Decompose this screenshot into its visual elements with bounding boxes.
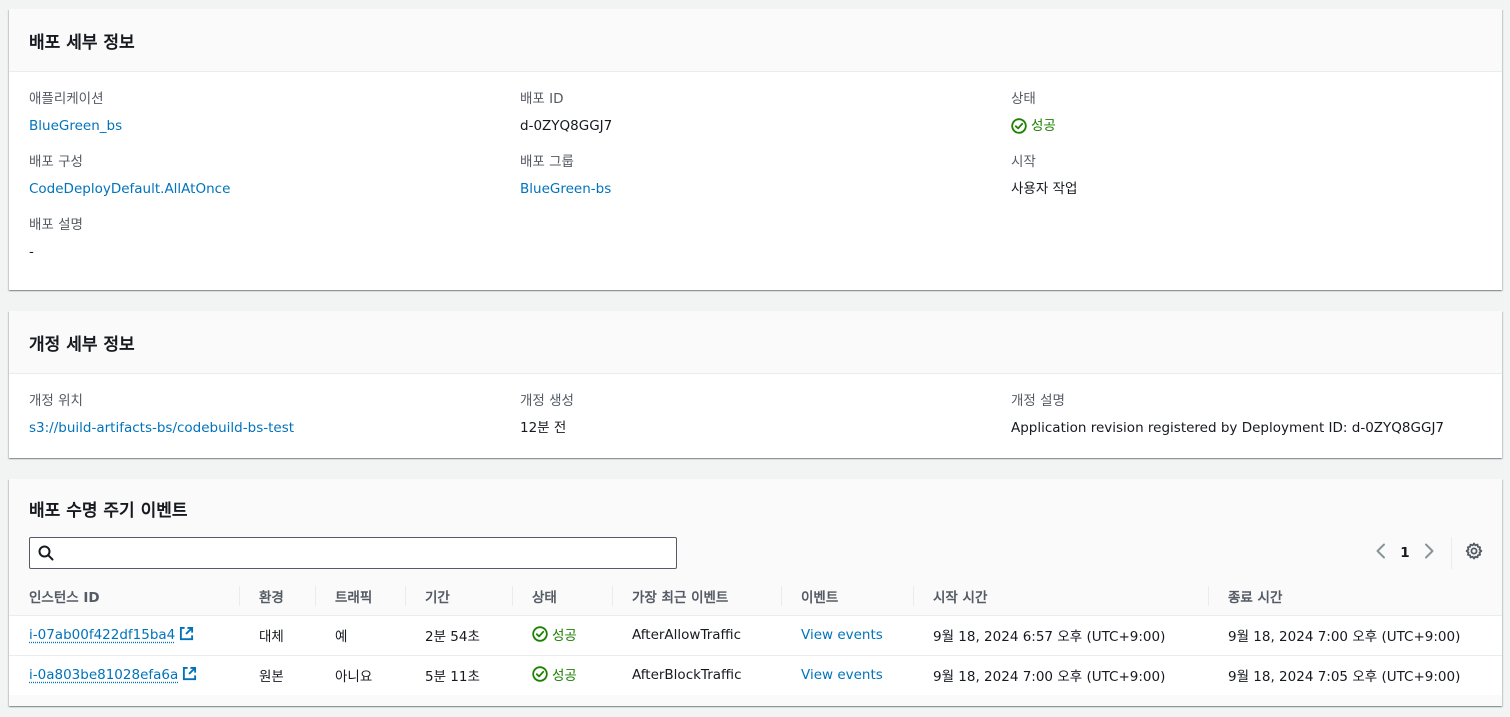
lifecycle-title: 배포 수명 주기 이벤트 xyxy=(29,500,188,521)
success-check-icon xyxy=(532,626,548,642)
view-events-link[interactable]: View events xyxy=(801,627,883,643)
latest-event-cell: AfterAllowTraffic xyxy=(612,615,781,656)
deployment-id-value: d-0ZYQ8GGJ7 xyxy=(520,118,613,134)
search-box xyxy=(29,537,677,569)
config-field: 배포 구성 CodeDeployDefault.AllAtOnce xyxy=(29,153,520,198)
success-check-icon xyxy=(532,666,548,682)
col-events[interactable]: 이벤트 xyxy=(781,577,913,616)
environment-cell: 대체 xyxy=(239,615,315,656)
col-instance-id[interactable]: 인스턴스 ID xyxy=(9,577,239,616)
col-duration[interactable]: 기간 xyxy=(405,577,512,616)
prev-page-button[interactable] xyxy=(1365,537,1397,569)
revision-location-label: 개정 위치 xyxy=(29,393,83,409)
page-number[interactable]: 1 xyxy=(1397,545,1413,561)
end-time-cell: 9월 18, 2024 7:00 오후 (UTC+9:00) xyxy=(1208,615,1502,656)
col-environment[interactable]: 환경 xyxy=(239,577,315,616)
table-row: i-07ab00f422df15ba4 대체 예 2분 54초 성공 After… xyxy=(9,615,1502,656)
description-field: 배포 설명 - xyxy=(29,216,520,261)
group-field: 배포 그룹 BlueGreen-bs xyxy=(520,153,1011,198)
start-label: 시작 xyxy=(1011,154,1036,170)
status-badge: 성공 xyxy=(1011,117,1056,135)
latest-event-cell: AfterBlockTraffic xyxy=(632,667,742,684)
revision-created-label: 개정 생성 xyxy=(520,393,574,409)
description-value: - xyxy=(29,244,34,260)
deployment-details-title: 배포 세부 정보 xyxy=(29,32,135,53)
preferences-button[interactable] xyxy=(1458,537,1490,569)
traffic-cell: 예 xyxy=(315,615,405,656)
revision-description-field: 개정 설명 Application revision registered by… xyxy=(1011,392,1502,437)
view-events-link[interactable]: View events xyxy=(801,667,883,683)
chevron-right-icon xyxy=(1423,543,1435,563)
deployment-details-header: 배포 세부 정보 xyxy=(9,9,1502,72)
col-start-time[interactable]: 시작 시간 xyxy=(913,577,1208,616)
lifecycle-events-panel: 배포 수명 주기 이벤트 1 인스턴스 ID 환경 트래픽 기간 상태 가장 최… xyxy=(9,479,1502,706)
deployment-id-label: 배포 ID xyxy=(520,91,564,107)
end-time-cell: 9월 18, 2024 7:05 오후 (UTC+9:00) xyxy=(1228,669,1461,686)
duration-cell: 5분 11초 xyxy=(425,669,480,686)
success-check-icon xyxy=(1011,118,1027,134)
status-value: 성공 xyxy=(1031,118,1056,134)
revision-details-grid: 개정 위치 s3://build-artifacts-bs/codebuild-… xyxy=(9,374,1502,437)
status-label: 상태 xyxy=(1011,91,1036,107)
instance-link[interactable]: i-07ab00f422df15ba4 xyxy=(29,626,194,645)
pager-divider xyxy=(1451,537,1452,569)
revision-description-label: 개정 설명 xyxy=(1011,393,1065,409)
col-status[interactable]: 상태 xyxy=(512,577,612,616)
pagination: 1 xyxy=(1365,537,1490,569)
start-time-cell: 9월 18, 2024 7:00 오후 (UTC+9:00) xyxy=(933,669,1166,686)
lifecycle-events-table: 인스턴스 ID 환경 트래픽 기간 상태 가장 최근 이벤트 이벤트 시작 시간… xyxy=(9,577,1502,695)
row-status: 성공 xyxy=(532,664,577,684)
gear-icon xyxy=(1465,542,1483,564)
start-time-cell: 9월 18, 2024 6:57 오후 (UTC+9:00) xyxy=(913,615,1208,656)
status-field: 상태 성공 xyxy=(1011,90,1502,135)
deployment-details-grid: 애플리케이션 BlueGreen_bs 배포 ID d-0ZYQ8GGJ7 상태… xyxy=(9,72,1502,261)
application-label: 애플리케이션 xyxy=(29,91,104,107)
revision-details-header: 개정 세부 정보 xyxy=(9,311,1502,374)
group-label: 배포 그룹 xyxy=(520,154,574,170)
start-value: 사용자 작업 xyxy=(1011,181,1078,197)
duration-cell: 2분 54초 xyxy=(405,615,512,656)
external-link-icon xyxy=(182,666,197,685)
col-latest-event[interactable]: 가장 최근 이벤트 xyxy=(612,577,781,616)
config-label: 배포 구성 xyxy=(29,154,83,170)
table-row: i-0a803be81028efa6a 원본 아니요 5분 11초 성공 Aft… xyxy=(9,655,1502,695)
description-label: 배포 설명 xyxy=(29,217,83,233)
traffic-cell: 아니요 xyxy=(335,669,373,686)
next-page-button[interactable] xyxy=(1413,537,1445,569)
search-input[interactable] xyxy=(54,539,676,567)
row-status: 성공 xyxy=(532,624,577,644)
deployment-id-field: 배포 ID d-0ZYQ8GGJ7 xyxy=(520,90,1011,135)
revision-details-title: 개정 세부 정보 xyxy=(29,334,135,355)
table-header-row: 인스턴스 ID 환경 트래픽 기간 상태 가장 최근 이벤트 이벤트 시작 시간… xyxy=(9,577,1502,616)
revision-location-link[interactable]: s3://build-artifacts-bs/codebuild-bs-tes… xyxy=(29,420,294,436)
deployment-details-panel: 배포 세부 정보 애플리케이션 BlueGreen_bs 배포 ID d-0ZY… xyxy=(9,9,1502,290)
instance-link[interactable]: i-0a803be81028efa6a xyxy=(29,666,197,685)
application-field: 애플리케이션 BlueGreen_bs xyxy=(29,90,520,135)
lifecycle-header: 배포 수명 주기 이벤트 xyxy=(9,479,1502,537)
external-link-icon xyxy=(179,626,194,645)
chevron-left-icon xyxy=(1375,543,1387,563)
lifecycle-toolbar: 1 xyxy=(9,537,1502,577)
group-link[interactable]: BlueGreen-bs xyxy=(520,181,611,197)
config-link[interactable]: CodeDeployDefault.AllAtOnce xyxy=(29,181,230,197)
revision-details-panel: 개정 세부 정보 개정 위치 s3://build-artifacts-bs/c… xyxy=(9,311,1502,458)
search-icon xyxy=(38,545,54,561)
col-traffic[interactable]: 트래픽 xyxy=(315,577,405,616)
start-field: 시작 사용자 작업 xyxy=(1011,153,1502,198)
revision-created-value: 12분 전 xyxy=(520,420,567,436)
revision-description-value: Application revision registered by Deplo… xyxy=(1011,420,1445,436)
revision-created-field: 개정 생성 12분 전 xyxy=(520,392,1011,437)
revision-location-field: 개정 위치 s3://build-artifacts-bs/codebuild-… xyxy=(29,392,520,437)
col-end-time[interactable]: 종료 시간 xyxy=(1208,577,1502,616)
environment-cell: 원본 xyxy=(259,669,284,686)
application-link[interactable]: BlueGreen_bs xyxy=(29,118,122,134)
